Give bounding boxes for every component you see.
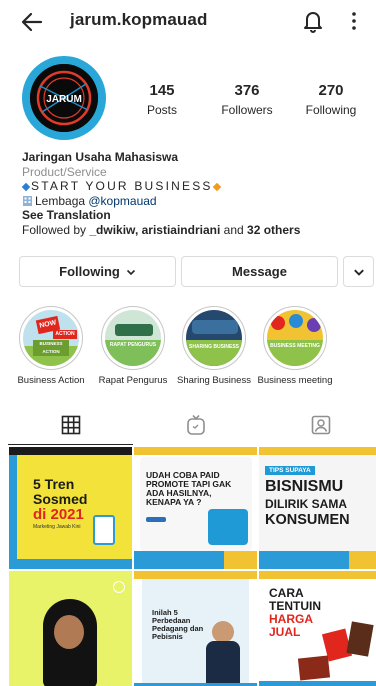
- post-thumbnail-4[interactable]: [9, 571, 132, 686]
- tagged-person-icon: [311, 415, 330, 435]
- avatar-text: JARUM: [46, 94, 82, 105]
- bio-org-prefix: Lembaga: [35, 193, 89, 208]
- post-3-line1: BISNISMU: [265, 478, 344, 495]
- followed-by-prefix: Followed by: [22, 222, 90, 237]
- post-3-line3: KONSUMEN: [265, 512, 350, 528]
- post-5-person: [212, 621, 234, 643]
- bio-tagline-line: START YOUR BUSINESS: [21, 179, 362, 194]
- post-5-text: Inilah 5 Perbedaan Pedagang dan Pebisnis: [152, 608, 204, 641]
- profile-bio: Jaringan Usaha Mahasiswa Product/Service…: [21, 150, 362, 238]
- following-button[interactable]: Following: [19, 256, 176, 287]
- suggested-accounts-button[interactable]: [343, 256, 374, 287]
- followed-by-names: _dwikiw, aristiaindriani: [89, 222, 221, 237]
- notification-bell-icon[interactable]: [301, 8, 325, 34]
- post-6-line1: CARA: [269, 586, 304, 600]
- highlight-badge-action: ACTION: [53, 330, 77, 339]
- highlight-ring: SHARING BUSINESS: [182, 306, 246, 370]
- followed-by-others: 32 others: [247, 222, 301, 237]
- profile-avatar[interactable]: JARUM: [22, 56, 106, 140]
- avatar-logo: JARUM: [30, 64, 98, 132]
- highlight-business-action[interactable]: NOW ACTION BUSINESS ACTION Business Acti…: [13, 306, 89, 386]
- post-1-subtitle: Marketing Jawab Kini: [33, 524, 81, 530]
- video-indicator-icon: [113, 581, 125, 593]
- following-count[interactable]: 270 Following: [291, 82, 371, 119]
- message-button-label: Message: [232, 264, 287, 279]
- highlight-badge-text: RAPAT PENGURUS: [109, 342, 157, 348]
- following-label: Following: [305, 103, 357, 117]
- highlight-badge-business: BUSINESS ACTION: [33, 340, 69, 356]
- grid-icon: [61, 415, 80, 434]
- post-thumbnail-5[interactable]: Inilah 5 Perbedaan Pedagang dan Pebisnis: [134, 571, 257, 686]
- see-translation-link[interactable]: See Translation: [22, 208, 362, 223]
- highlight-badge-text: SHARING BUSINESS: [188, 344, 239, 350]
- post-6-line2: TENTUIN: [269, 599, 321, 613]
- following-value: 270: [318, 82, 344, 99]
- tab-tagged[interactable]: [258, 405, 376, 445]
- post-3-line2: DILIRIK SAMA: [265, 497, 347, 511]
- more-options-icon[interactable]: [348, 10, 360, 32]
- post-1-phone-graphic: [93, 515, 115, 545]
- posts-label: Posts: [146, 103, 177, 117]
- followed-by-line[interactable]: Followed by _dwikiw, aristiaindriani and…: [22, 223, 362, 238]
- profile-name: Jaringan Usaha Mahasiswa: [22, 150, 179, 164]
- orange-diamond-icon: [212, 182, 221, 191]
- highlight-cover: SHARING BUSINESS: [186, 310, 242, 366]
- followers-value: 376: [234, 82, 260, 99]
- highlight-label: Rapat Pengurus: [98, 375, 168, 386]
- posts-count[interactable]: 145 Posts: [122, 82, 202, 119]
- followers-count[interactable]: 376 Followers: [207, 82, 287, 119]
- highlight-sharing-business[interactable]: SHARING BUSINESS Sharing Business: [176, 306, 252, 386]
- post-thumbnail-1[interactable]: 5 Tren Sosmed di 2021 Marketing Jawab Ki…: [9, 447, 132, 569]
- highlight-ring: BUSINESS MEETING: [263, 306, 327, 370]
- post-thumbnail-6[interactable]: CARA TENTUIN HARGA JUAL: [259, 571, 376, 686]
- chevron-down-icon: [126, 269, 135, 275]
- highlight-cover: NOW ACTION BUSINESS ACTION: [23, 310, 79, 366]
- post-2-text: UDAH COBA PAID PROMOTE TAPI GAK ADA HASI…: [146, 470, 232, 507]
- back-arrow-icon[interactable]: [20, 10, 44, 34]
- following-button-label: Following: [59, 264, 120, 279]
- tab-posts-grid[interactable]: [8, 405, 133, 445]
- highlight-ring: RAPAT PENGURUS: [101, 306, 165, 370]
- post-1-title-line2: Sosmed: [33, 491, 88, 507]
- blue-diamond-icon: [21, 182, 31, 191]
- post-3-tag: TIPS SUPAYA: [265, 466, 315, 475]
- igtv-icon: [186, 414, 205, 435]
- highlight-business-meeting[interactable]: BUSINESS MEETING Business meeting: [257, 306, 333, 386]
- post-6-line3: HARGA: [269, 612, 313, 626]
- highlight-rapat-pengurus[interactable]: RAPAT PENGURUS Rapat Pengurus: [95, 306, 171, 386]
- highlight-badge-text: BUSINESS MEETING: [270, 343, 320, 349]
- profile-username: jarum.kopmauad: [70, 10, 208, 29]
- bio-org-line: Lembaga @kopmauad: [22, 194, 362, 209]
- message-button[interactable]: Message: [181, 256, 338, 287]
- post-6-line4: JUAL: [269, 625, 301, 639]
- profile-category: Product/Service: [22, 164, 107, 179]
- posts-value: 145: [149, 82, 175, 99]
- top-bar: jarum.kopmauad: [0, 0, 376, 44]
- bio-org-link[interactable]: @kopmauad: [88, 194, 156, 208]
- post-1-title-line3: di 2021: [33, 506, 84, 523]
- highlight-ring: NOW ACTION BUSINESS ACTION: [19, 306, 83, 370]
- followed-by-and: and: [220, 222, 248, 237]
- post-1-title-line1: 5 Tren: [33, 476, 75, 492]
- highlight-label: Sharing Business: [177, 375, 251, 386]
- post-thumbnail-3[interactable]: TIPS SUPAYA BISNISMU DILIRIK SAMA KONSUM…: [259, 447, 376, 569]
- post-2-laptop-graphic: [208, 509, 248, 545]
- highlight-label: Business meeting: [257, 375, 333, 386]
- highlight-cover: RAPAT PENGURUS: [105, 310, 161, 366]
- office-building-icon: [23, 195, 32, 206]
- highlight-cover: BUSINESS MEETING: [267, 310, 323, 366]
- followers-label: Followers: [221, 103, 273, 117]
- chevron-down-icon: [353, 269, 364, 276]
- bio-tagline: START YOUR BUSINESS: [31, 179, 213, 194]
- post-thumbnail-2[interactable]: UDAH COBA PAID PROMOTE TAPI GAK ADA HASI…: [134, 447, 257, 569]
- tab-igtv[interactable]: [133, 405, 258, 445]
- highlight-label: Business Action: [17, 375, 85, 386]
